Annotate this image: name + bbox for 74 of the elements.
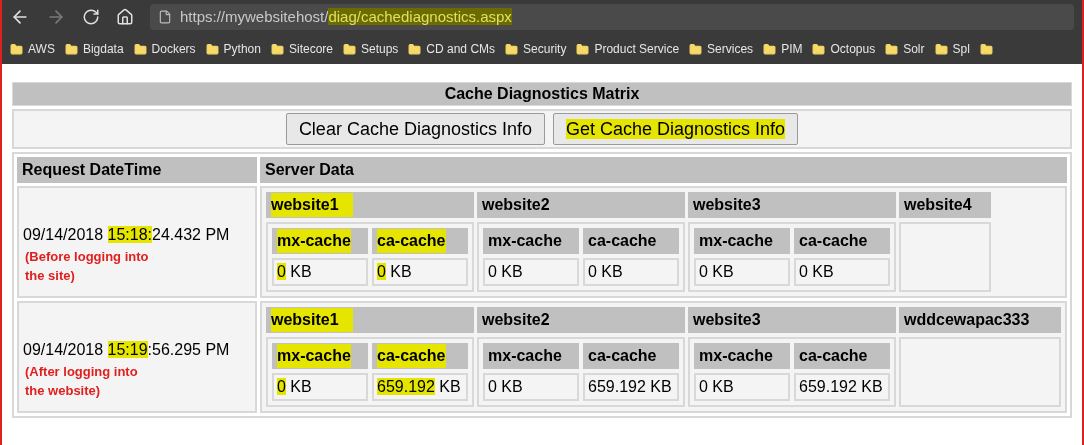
cache-header: ca-cache: [583, 343, 679, 369]
url-text: https://mywebsitehost/diag/cachediagnostics.aspx: [180, 6, 512, 27]
folder-icon[interactable]: [133, 42, 147, 56]
folder-icon[interactable]: [576, 42, 590, 56]
bookmark[interactable]: Octopus: [830, 40, 876, 58]
server-header: website2: [477, 307, 685, 333]
address-bar[interactable]: https://mywebsitehost/diag/cachediagnostics.aspx: [150, 4, 1074, 30]
cache-value: 0 KB: [799, 262, 834, 282]
cache-header: ca-cache: [372, 343, 468, 369]
cache-header: mx-cache: [694, 228, 790, 254]
cache-value: 0 KB: [488, 262, 523, 282]
folder-icon[interactable]: [979, 42, 993, 56]
folder-icon[interactable]: [505, 42, 519, 56]
server-header: website3: [688, 192, 896, 218]
cache-value: 0 KB: [699, 262, 734, 282]
folder-icon[interactable]: [343, 42, 356, 56]
home-icon[interactable]: [116, 8, 134, 26]
folder-icon[interactable]: [934, 42, 948, 56]
cache-header: mx-cache: [483, 228, 579, 254]
server-header: website3: [688, 307, 896, 333]
annotation-note: (After logging into the website): [24, 363, 139, 400]
action-button[interactable]: Get Cache Diagnostics Info: [553, 113, 799, 145]
cache-header: ca-cache: [583, 228, 679, 254]
bookmark[interactable]: Services: [707, 40, 754, 58]
bookmark[interactable]: CD and CMs: [426, 40, 496, 58]
folder-icon[interactable]: [689, 42, 703, 56]
cache-value: 0 KB: [277, 262, 312, 282]
cache-header: mx-cache: [272, 343, 368, 369]
folder-icon[interactable]: [812, 42, 826, 56]
bookmark[interactable]: Solr: [903, 40, 925, 58]
cache-value: 0 KB: [377, 262, 412, 282]
datetime-text: 09/14/2018 15:19:56.295 PM: [23, 340, 231, 360]
cache-value: 659.192 KB: [588, 377, 672, 397]
cache-header: mx-cache: [694, 343, 790, 369]
cache-header: mx-cache: [272, 228, 368, 254]
bookmark[interactable]: Bigdata: [82, 40, 124, 58]
bookmark[interactable]: Product Service: [594, 40, 680, 58]
bookmark[interactable]: Security: [523, 40, 567, 58]
folder-icon[interactable]: [205, 42, 219, 56]
column-header: Request DateTime: [17, 157, 257, 183]
server-header: website1: [266, 192, 474, 218]
cache-value: 0 KB: [488, 377, 523, 397]
page-icon: [158, 10, 172, 24]
bookmark[interactable]: AWS: [28, 40, 55, 58]
bookmark[interactable]: PIM: [781, 40, 803, 58]
annotation-note: (Before logging into the site): [24, 248, 150, 285]
reload-icon[interactable]: [82, 8, 100, 26]
cache-value: 0 KB: [277, 377, 312, 397]
cache-header: mx-cache: [483, 343, 579, 369]
title-bar: Cache Diagnostics Matrix: [12, 82, 1072, 106]
bookmark[interactable]: Setups: [361, 40, 399, 58]
folder-icon[interactable]: [763, 42, 777, 56]
cache-value: 659.192 KB: [377, 377, 461, 397]
bookmark[interactable]: Python: [223, 40, 261, 58]
folder-icon[interactable]: [408, 42, 422, 56]
bookmark[interactable]: Spl: [952, 40, 970, 58]
folder-icon[interactable]: [10, 42, 23, 56]
server-header: wddcewapac333: [899, 307, 1061, 333]
bookmark[interactable]: Dockers: [151, 40, 196, 58]
cache-value: 0 KB: [699, 377, 734, 397]
cache-header: ca-cache: [372, 228, 468, 254]
folder-icon[interactable]: [64, 42, 78, 56]
action-button[interactable]: Clear Cache Diagnostics Info: [285, 113, 545, 145]
folder-icon[interactable]: [270, 42, 284, 56]
folder-icon[interactable]: [885, 42, 899, 56]
server-header: website1: [266, 307, 474, 333]
cache-value: 0 KB: [588, 262, 623, 282]
column-header: Server Data: [260, 157, 1067, 183]
bookmark[interactable]: Sitecore: [288, 40, 333, 58]
server-header: website2: [477, 192, 685, 218]
cache-value: 659.192 KB: [799, 377, 883, 397]
server-header: website4: [899, 192, 991, 218]
cache-header: ca-cache: [794, 228, 890, 254]
cache-header: ca-cache: [794, 343, 890, 369]
